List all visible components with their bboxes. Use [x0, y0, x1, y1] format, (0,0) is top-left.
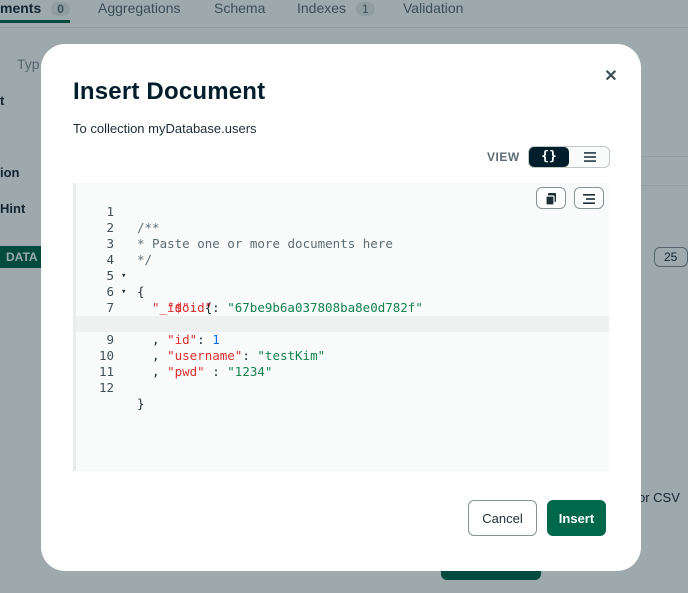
code-text: }	[137, 396, 145, 411]
copy-button[interactable]	[536, 187, 566, 209]
json-view-button[interactable]: {}	[529, 147, 569, 167]
modal-subtitle: To collection myDatabase.users	[73, 121, 257, 136]
insert-document-modal: ✕ Insert Document To collection myDataba…	[41, 44, 641, 571]
code-line: 7 }	[76, 284, 609, 331]
modal-title: Insert Document	[73, 78, 266, 105]
code-line: 1 /**	[76, 188, 609, 235]
format-button[interactable]	[574, 187, 604, 209]
code-line: 5 ▾ "_id": {	[76, 252, 609, 315]
close-icon[interactable]: ✕	[602, 68, 620, 86]
code-line: 11	[76, 348, 609, 379]
code-line: 3 */	[76, 220, 609, 267]
code-line: 6 "$oid": "67be9b6a037808ba8e0d782f"	[76, 268, 609, 315]
copy-icon	[545, 193, 556, 206]
code-line: 2 * Paste one or more documents here	[76, 204, 609, 251]
cancel-button[interactable]: Cancel	[468, 500, 537, 536]
view-label: VIEW	[487, 150, 520, 164]
code-line: 4 ▾ {	[76, 236, 609, 299]
view-toggle: {}	[528, 146, 610, 168]
json-editor[interactable]: 1 /** 2 * Paste one or more documents he…	[73, 183, 609, 471]
format-icon	[583, 194, 595, 204]
line-number: 12	[98, 380, 114, 395]
code-line: 8 , "id": 1	[76, 300, 609, 347]
code-line-active: 9 , "username": "testKim"	[76, 316, 609, 363]
insert-button[interactable]: Insert	[547, 500, 606, 536]
list-view-button[interactable]	[570, 147, 610, 167]
list-icon	[584, 152, 596, 162]
code-line: 12 }	[76, 364, 609, 411]
code-line: 10 , "pwd" : "1234"	[76, 332, 609, 379]
